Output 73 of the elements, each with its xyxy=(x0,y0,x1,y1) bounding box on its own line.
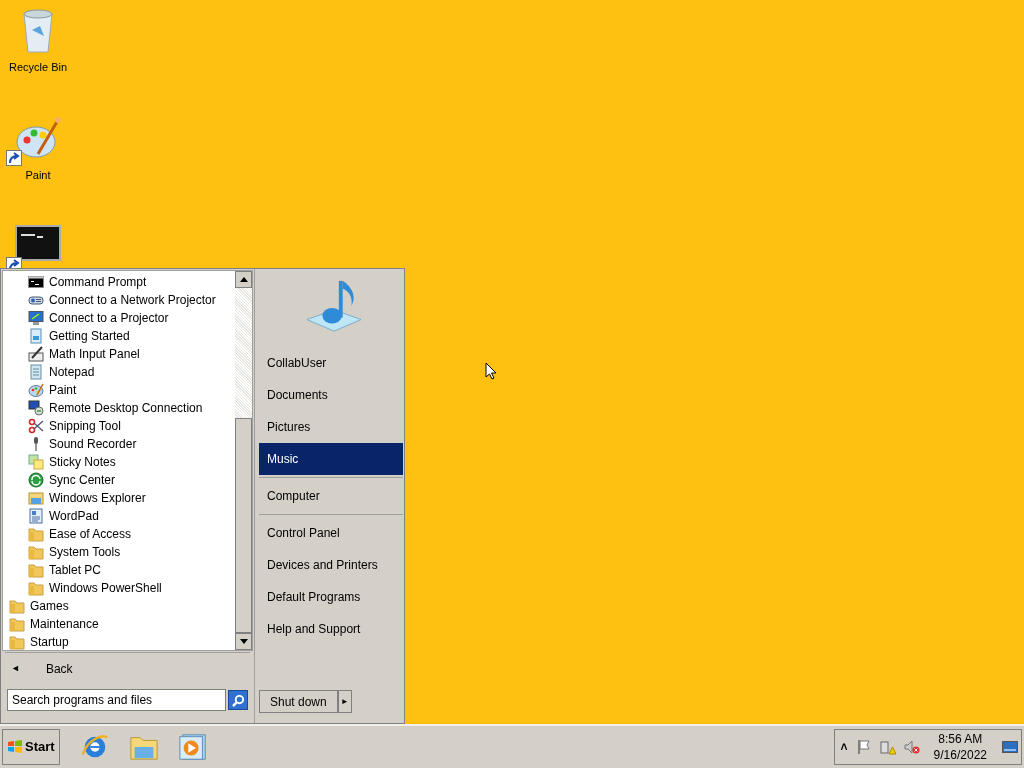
program-item[interactable]: Connect to a Network Projector xyxy=(3,291,235,309)
program-item[interactable]: Sound Recorder xyxy=(3,435,235,453)
palette-icon xyxy=(28,382,44,398)
start-menu-link[interactable]: Devices and Printers xyxy=(259,549,403,581)
folder-icon xyxy=(28,526,44,542)
program-item[interactable]: Notepad xyxy=(3,363,235,381)
notepad-icon xyxy=(28,364,44,380)
back-button[interactable]: ◄ Back xyxy=(1,653,254,685)
start-menu-link[interactable]: Help and Support xyxy=(259,613,403,645)
show-hidden-icons-button[interactable]: ˄ xyxy=(840,738,848,756)
program-item[interactable]: Connect to a Projector xyxy=(3,309,235,327)
scroll-thumb[interactable] xyxy=(235,418,252,633)
program-item[interactable]: WordPad xyxy=(3,507,235,525)
show-desktop-icon[interactable] xyxy=(1001,739,1019,755)
folder-icon xyxy=(28,562,44,578)
flag-icon[interactable] xyxy=(855,739,872,755)
program-item[interactable]: Windows Explorer xyxy=(3,489,235,507)
console-icon xyxy=(28,274,44,290)
start-menu-link[interactable]: Control Panel xyxy=(259,517,403,549)
program-item[interactable]: Sticky Notes xyxy=(3,453,235,471)
program-item[interactable]: Maintenance xyxy=(3,615,235,633)
remote-desktop-icon xyxy=(28,400,44,416)
program-item[interactable]: Ease of Access xyxy=(3,525,235,543)
desktop-icon-label[interactable]: Recycle Bin xyxy=(8,59,68,76)
program-item[interactable]: Getting Started xyxy=(3,327,235,345)
scroll-up-button[interactable] xyxy=(235,271,252,288)
start-menu-link[interactable]: CollabUser xyxy=(259,347,403,379)
document-icon xyxy=(28,328,44,344)
desktop-icon-label[interactable]: Paint xyxy=(25,166,51,183)
program-item[interactable]: Command Prompt xyxy=(3,273,235,291)
program-item[interactable]: Tablet PC xyxy=(3,561,235,579)
down-arrow-icon xyxy=(239,639,248,644)
clock[interactable]: 8:56 AM 9/16/2022 xyxy=(927,731,993,763)
search-field[interactable]: Search programs and files xyxy=(7,689,227,711)
folder-icon xyxy=(9,598,25,614)
folder-icon xyxy=(9,634,25,650)
start-menu-link[interactable]: Music xyxy=(259,443,403,475)
program-item[interactable]: System Tools xyxy=(3,543,235,561)
program-item[interactable]: Windows PowerShell xyxy=(3,579,235,597)
program-item[interactable]: Startup xyxy=(3,633,235,651)
start-menu-link[interactable]: Documents xyxy=(259,379,403,411)
start-menu-link[interactable]: Default Programs xyxy=(259,581,403,613)
start-button[interactable]: Start xyxy=(2,729,60,765)
pen-tablet-icon xyxy=(28,346,44,362)
folder-icon xyxy=(9,616,25,632)
program-item[interactable]: Math Input Panel xyxy=(3,345,235,363)
search-icon xyxy=(231,693,245,707)
folder-icon xyxy=(28,580,44,596)
sync-icon xyxy=(28,472,44,488)
program-item[interactable]: Paint xyxy=(3,381,235,399)
scroll-down-button[interactable] xyxy=(235,633,252,650)
program-item[interactable]: Snipping Tool xyxy=(3,417,235,435)
program-item[interactable]: Remote Desktop Connection xyxy=(3,399,235,417)
console-window-icon xyxy=(15,225,61,261)
sticky-notes-icon xyxy=(28,454,44,470)
start-menu-link[interactable]: Pictures xyxy=(259,411,403,443)
program-item[interactable]: Sync Center xyxy=(3,471,235,489)
folder-window-icon xyxy=(28,490,44,506)
scissors-icon xyxy=(28,418,44,434)
folder-icon xyxy=(28,544,44,560)
windows-logo-icon xyxy=(7,739,23,755)
search-button[interactable] xyxy=(228,690,248,710)
program-item[interactable]: Games xyxy=(3,597,235,615)
shut-down-button[interactable]: Shut down xyxy=(259,690,338,713)
speaker-muted-icon[interactable] xyxy=(903,739,920,755)
media-player-icon[interactable] xyxy=(177,732,208,762)
up-arrow-icon xyxy=(239,277,248,282)
scrollbar[interactable] xyxy=(235,271,252,650)
start-menu-link[interactable]: Computer xyxy=(259,480,403,512)
wordpad-icon xyxy=(28,508,44,524)
mouse-pointer-icon xyxy=(485,362,497,380)
network-warning-icon[interactable] xyxy=(879,739,896,755)
monitor-icon xyxy=(28,310,44,326)
